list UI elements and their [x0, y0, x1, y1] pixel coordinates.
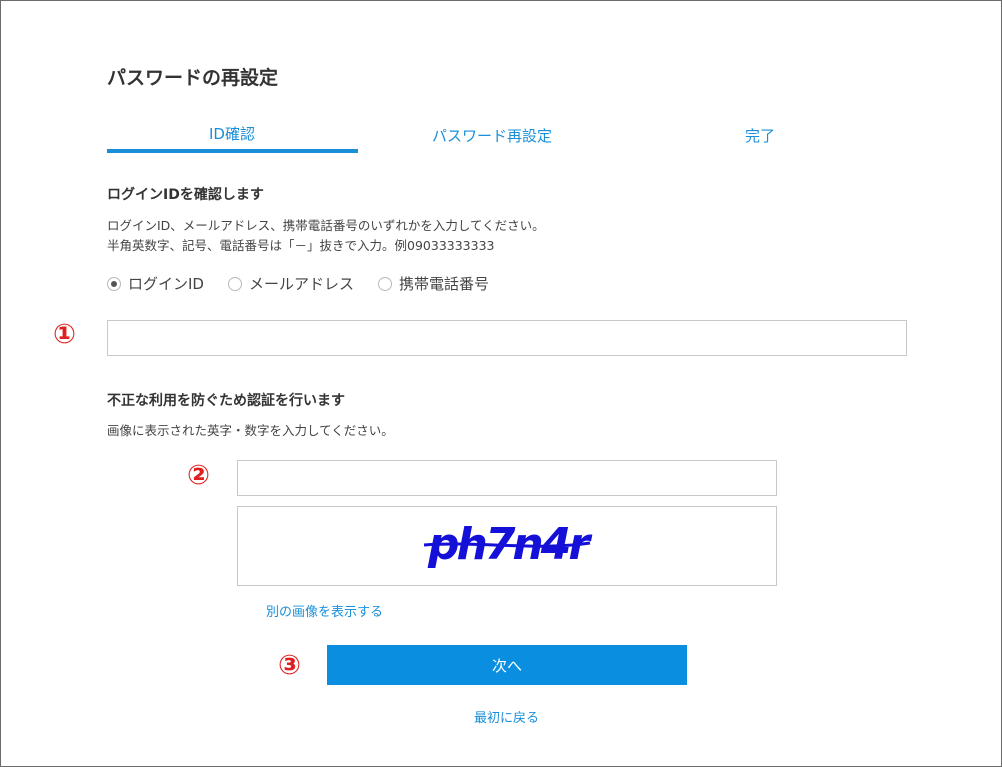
- radio-email[interactable]: メールアドレス: [227, 273, 354, 294]
- radio-phone[interactable]: 携帯電話番号: [378, 273, 489, 294]
- captcha-section-description: 画像に表示された英字・数字を入力してください。: [107, 423, 394, 438]
- captcha-input[interactable]: [237, 460, 777, 496]
- tab-password-reset[interactable]: パスワード再設定: [367, 125, 617, 146]
- captcha-graphic: ph7n4r: [423, 519, 595, 570]
- active-tab-indicator: [107, 149, 358, 153]
- window-frame: パスワードの再設定 ID確認 パスワード再設定 完了 ログインIDを確認します …: [0, 0, 1002, 767]
- id-type-radio-group: ログインID メールアドレス 携帯電話番号: [107, 273, 513, 294]
- step-marker-2: ②: [187, 460, 210, 491]
- captcha-image: ph7n4r: [237, 506, 777, 586]
- radio-login-id-label: ログインID: [128, 275, 204, 293]
- next-button[interactable]: 次へ: [327, 645, 687, 685]
- step-marker-3: ③: [278, 650, 301, 681]
- radio-phone-label: 携帯電話番号: [399, 275, 490, 293]
- page-title: パスワードの再設定: [107, 67, 279, 89]
- refresh-captcha-link[interactable]: 別の画像を表示する: [266, 601, 383, 620]
- radio-login-id-indicator[interactable]: [107, 276, 121, 291]
- radio-email-indicator[interactable]: [227, 276, 242, 291]
- id-section-description: ログインID、メールアドレス、携帯電話番号のいずれかを入力してください。 半角英…: [107, 216, 545, 256]
- tab-complete[interactable]: 完了: [635, 125, 885, 146]
- id-section-title: ログインIDを確認します: [107, 187, 264, 203]
- id-desc-line-2: 半角英数字、記号、電話番号は「－」抜きで入力。例09033333333: [107, 238, 495, 253]
- step-marker-1: ①: [53, 319, 76, 350]
- captcha-section-title: 不正な利用を防ぐため認証を行います: [107, 393, 345, 409]
- radio-email-label: メールアドレス: [248, 275, 354, 293]
- tab-id-confirm[interactable]: ID確認: [107, 123, 357, 144]
- id-desc-line-1: ログインID、メールアドレス、携帯電話番号のいずれかを入力してください。: [107, 218, 545, 233]
- login-id-input[interactable]: [107, 320, 907, 356]
- back-to-start-link[interactable]: 最初に戻る: [474, 707, 539, 726]
- radio-phone-indicator[interactable]: [378, 276, 392, 291]
- radio-login-id[interactable]: ログインID: [107, 273, 204, 294]
